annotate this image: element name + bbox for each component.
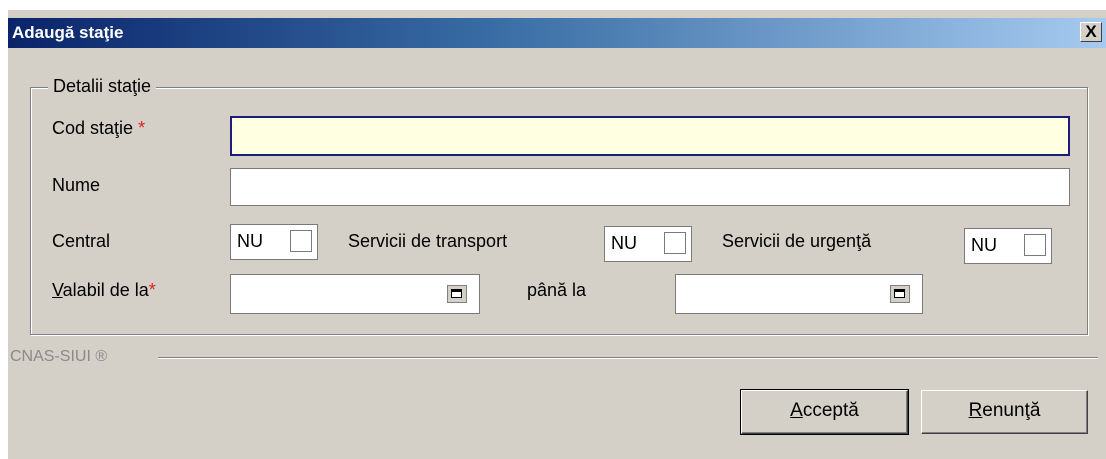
footer-divider: [158, 357, 1098, 359]
transport-label: Servicii de transport: [348, 231, 508, 251]
valabil-de-la-input[interactable]: [230, 274, 480, 314]
accept-button[interactable]: Acceptă: [740, 389, 909, 435]
transport-checkbox[interactable]: [664, 232, 686, 254]
required-marker: *: [148, 280, 156, 300]
brand-label: CNAS-SIUI ®: [10, 348, 108, 365]
group-legend: Detalii staţie: [48, 76, 157, 97]
valabil-label: Valabil de la*: [52, 280, 156, 301]
central-value: NU: [237, 231, 263, 251]
urgenta-checkbox[interactable]: [1024, 234, 1046, 256]
cancel-label: enunţă: [982, 400, 1041, 421]
pana-la-input[interactable]: [675, 274, 923, 314]
urgenta-toggle[interactable]: NU: [964, 228, 1052, 264]
required-marker: *: [138, 118, 146, 138]
calendar-icon[interactable]: [447, 285, 467, 303]
central-toggle[interactable]: NU: [230, 224, 318, 260]
valabil-accesskey: V: [52, 280, 63, 300]
central-checkbox[interactable]: [290, 230, 312, 252]
pana-la-label: până la: [527, 280, 587, 300]
transport-value: NU: [611, 233, 637, 253]
accept-label: cceptă: [802, 400, 859, 421]
nume-input[interactable]: [230, 168, 1070, 206]
cod-statie-input[interactable]: [230, 116, 1070, 156]
transport-toggle[interactable]: NU: [604, 226, 692, 262]
cancel-button[interactable]: Renunţă: [921, 390, 1088, 434]
close-icon[interactable]: X: [1080, 22, 1102, 42]
urgenta-value: NU: [971, 235, 997, 255]
cancel-accesskey: R: [968, 400, 983, 421]
cod-label-text: Cod staţie: [52, 118, 134, 138]
urgenta-label: Servicii de urgenţă: [722, 231, 872, 251]
central-label: Central: [52, 231, 111, 251]
title-bar[interactable]: Adaugă staţie X: [8, 18, 1106, 48]
cod-label: Cod staţie *: [52, 118, 145, 139]
nume-label: Nume: [52, 175, 101, 195]
calendar-icon[interactable]: [890, 285, 910, 303]
valabil-label-text: alabil de la: [62, 280, 149, 300]
accept-accesskey: A: [790, 400, 803, 421]
dialog-title: Adaugă staţie: [12, 23, 124, 42]
